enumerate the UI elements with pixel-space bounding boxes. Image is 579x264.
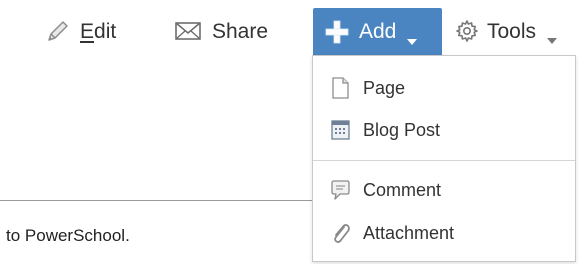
pencil-icon — [44, 17, 72, 45]
mail-icon — [174, 20, 202, 42]
menu-item-comment[interactable]: Comment — [313, 170, 575, 210]
content-divider — [0, 200, 312, 201]
gear-icon — [455, 19, 479, 43]
menu-item-attachment-label: Attachment — [363, 222, 455, 243]
page-icon — [329, 76, 351, 100]
add-button[interactable]: Add — [313, 8, 442, 55]
tools-button[interactable]: Tools — [455, 8, 579, 54]
plus-icon — [323, 18, 351, 46]
chevron-down-icon — [406, 28, 418, 45]
edit-label-rest: dit — [94, 19, 117, 43]
paperclip-icon — [329, 221, 351, 245]
page-body-text: to PowerSchool. — [6, 226, 130, 245]
menu-item-page-label: Page — [363, 77, 406, 98]
share-button[interactable]: Share — [174, 8, 286, 54]
add-label: Add — [359, 20, 397, 43]
edit-label: Edit — [80, 21, 116, 42]
tools-label: Tools — [487, 19, 537, 43]
share-label: Share — [212, 19, 269, 43]
add-dropdown-menu: Page Blog Post Comment Attachment — [312, 55, 576, 262]
blog-post-icon — [329, 118, 351, 142]
comment-icon — [329, 178, 351, 202]
menu-item-attachment[interactable]: Attachment — [313, 213, 575, 253]
menu-item-blog-post[interactable]: Blog Post — [313, 110, 575, 150]
menu-divider — [313, 160, 575, 161]
menu-item-comment-label: Comment — [363, 179, 442, 200]
edit-button[interactable]: Edit — [44, 8, 134, 54]
menu-item-blog-post-label: Blog Post — [363, 119, 441, 140]
page: Edit Share Add Tools to PowerSchool. Pag… — [0, 0, 579, 264]
menu-item-page[interactable]: Page — [313, 68, 575, 108]
chevron-down-icon — [546, 27, 558, 44]
edit-label-mnemonic: E — [80, 19, 95, 43]
